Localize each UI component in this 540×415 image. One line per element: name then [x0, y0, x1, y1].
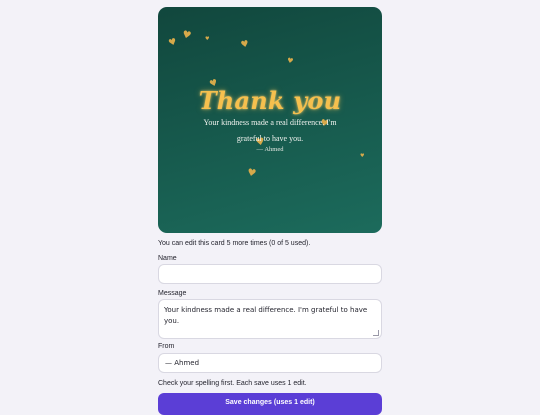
name-field[interactable]	[158, 264, 382, 284]
card-editor: ♥ ♥ ♥ ♥ ♥ ♥ ♥ ♥ ♥ ♥ Thank you Your kindn…	[158, 7, 382, 415]
card-message: Your kindness made a real difference. I'…	[203, 118, 337, 143]
heart-icon: ♥	[167, 37, 179, 50]
heart-icon: ♥	[246, 167, 258, 180]
heart-icon: ♥	[360, 153, 365, 159]
heart-icon: ♥	[239, 39, 250, 51]
message-label: Message	[158, 290, 187, 297]
name-label: Name	[158, 255, 177, 262]
card-signature: — Ahmed	[256, 146, 284, 153]
from-label: From	[158, 343, 175, 350]
from-field[interactable]: — Ahmed	[158, 353, 382, 373]
message-field-text: Your kindness made a real difference. I'…	[164, 306, 368, 325]
heart-icon: ♥	[180, 29, 193, 42]
heart-icon: ♥	[205, 36, 210, 42]
heart-icon: ♥	[286, 56, 295, 66]
edit-limit-notice: You can edit this card 5 more times (0 o…	[158, 240, 311, 247]
card-title: Thank you	[198, 86, 342, 115]
resize-handle-icon[interactable]	[373, 330, 379, 336]
card-preview: ♥ ♥ ♥ ♥ ♥ ♥ ♥ ♥ ♥ ♥ Thank you Your kindn…	[158, 7, 382, 233]
save-hint: Check your spelling first. Each save use…	[158, 380, 307, 387]
save-button[interactable]: Save changes (uses 1 edit)	[158, 393, 382, 415]
message-field[interactable]: Your kindness made a real difference. I'…	[158, 299, 382, 339]
